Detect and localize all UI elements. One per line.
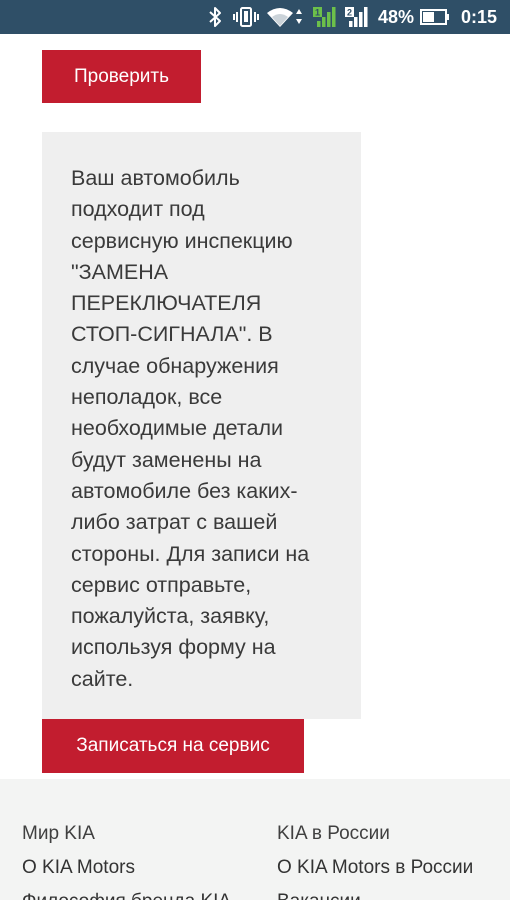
vibrate-icon [231, 0, 261, 34]
footer-heading: KIA в России [277, 823, 390, 844]
sim1-signal-icon: 1 [310, 0, 340, 34]
message-text: Ваш автомобиль подходит под сервисную ин… [71, 166, 310, 691]
footer-link-brand-philosophy[interactable]: Философия бренда KIA [22, 891, 231, 900]
sim2-signal-icon: 2 [342, 0, 372, 34]
footer-link-kia-motors-russia[interactable]: О KIA Motors в России [277, 857, 473, 879]
battery-icon [419, 0, 451, 34]
status-time: 0:15 [460, 7, 498, 27]
battery-percent: 48% [377, 7, 415, 27]
status-bar: 1 2 48% 0:15 [0, 0, 510, 34]
footer-link-about-kia-motors[interactable]: О KIA Motors [22, 857, 135, 879]
site-footer: Мир KIA О KIA Motors Философия бренда KI… [0, 779, 510, 900]
wifi-icon [266, 0, 306, 34]
svg-text:1: 1 [315, 8, 320, 18]
svg-text:2: 2 [347, 8, 352, 18]
footer-heading: Мир KIA [22, 823, 95, 844]
bluetooth-icon [204, 0, 226, 34]
service-inspection-message: Ваш автомобиль подходит под сервисную ин… [42, 132, 361, 719]
check-button[interactable]: Проверить [42, 50, 201, 103]
book-service-button[interactable]: Записаться на сервис [42, 719, 304, 773]
footer-link-vacancies[interactable]: Вакансии [277, 891, 361, 900]
